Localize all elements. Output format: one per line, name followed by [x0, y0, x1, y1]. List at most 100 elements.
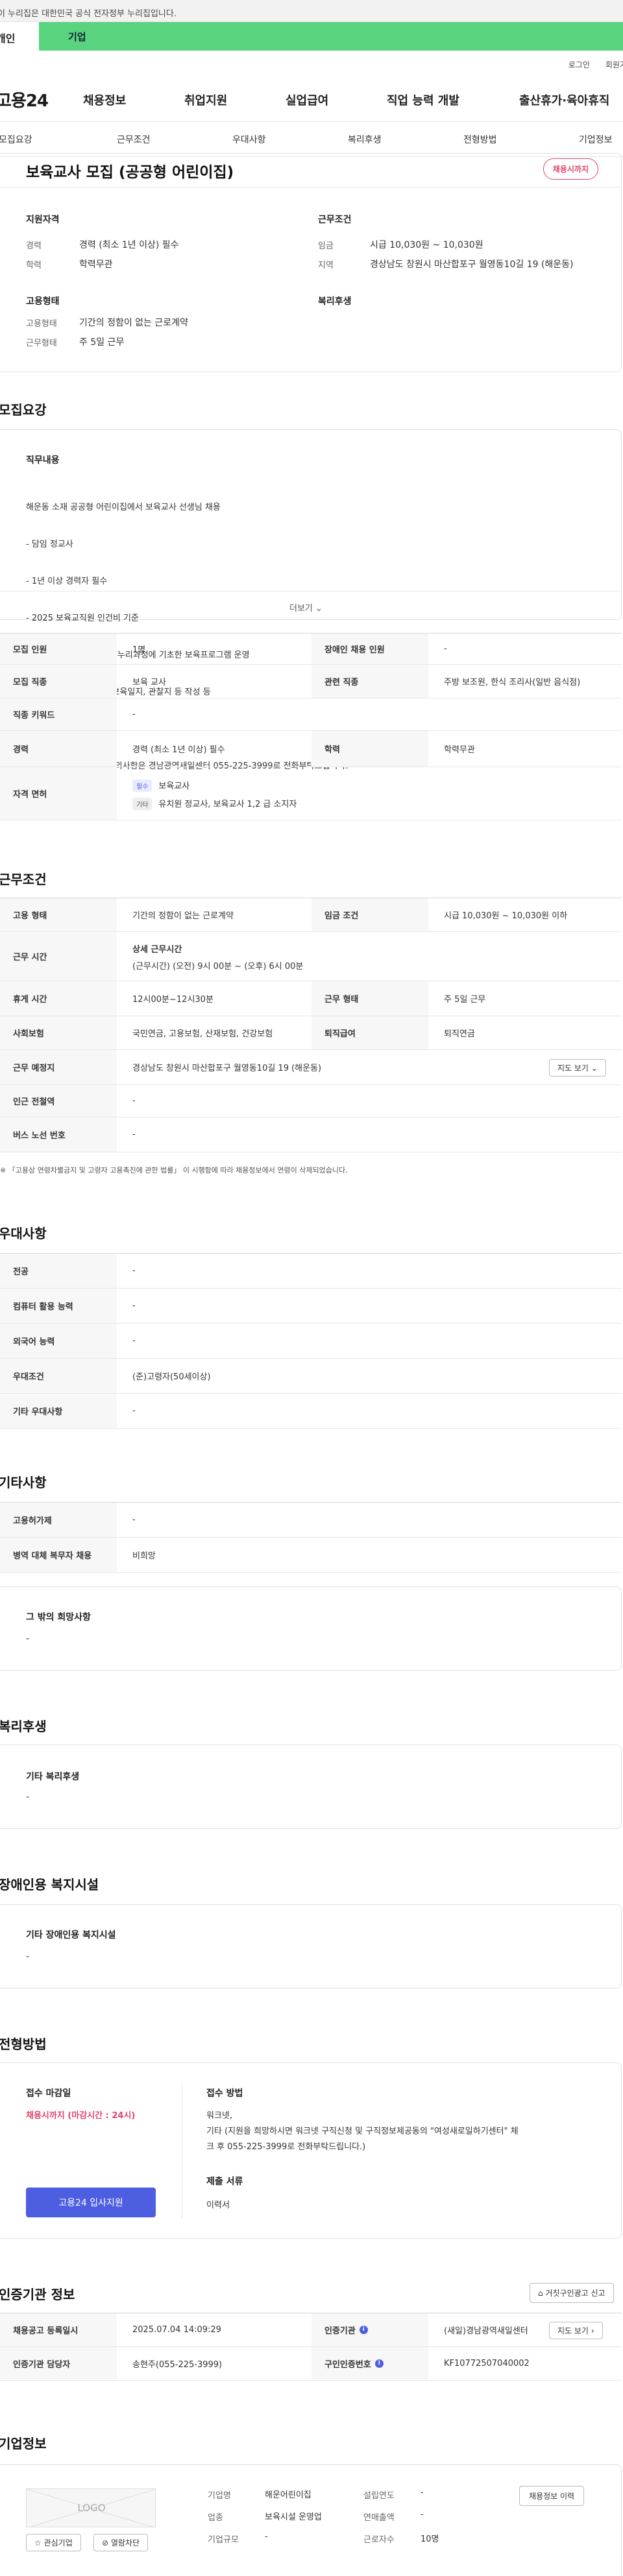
site-logo[interactable]: 고용24 — [0, 88, 49, 112]
exp-value: 경력 (최소 1년 이상) 필수 — [79, 240, 179, 250]
table-header: 기타 우대사항 — [0, 1394, 117, 1428]
info-icon[interactable]: i — [359, 2326, 368, 2334]
summary-card: 보육교사 모집 (공공형 어린이집) 채용시까지 지원자격 근무조건 경력 경력… — [0, 153, 623, 372]
table-row: 모집 직종 보육 교사 관련 직종 주방 보조원, 한식 조리사(일반 음식점) — [0, 665, 622, 698]
gnb-item-benefit[interactable]: 실업급여 — [286, 91, 328, 108]
table-header: 인증기관 담당자 — [0, 2347, 117, 2380]
size-label: 기업규모 — [208, 2535, 239, 2545]
favorite-button[interactable]: ☆ 관심기업 — [26, 2534, 81, 2551]
work-time-value: (근무시간) (오전) 9시 00분 ~ (오후) 6시 00분 — [132, 962, 304, 972]
block-button[interactable]: ⊘ 열람차단 — [93, 2534, 149, 2551]
table-row: 채용공고 등록일시 2025.07.04 14:09:29 인증기관 i (새일)… — [0, 2313, 622, 2347]
age-note: ※ 「고용상 연령차별금지 및 고령자 고용촉진에 관한 법률」 이 시행함에 … — [0, 1166, 348, 1175]
license-value: 보육교사 — [158, 781, 190, 791]
table-cell: 보육 교사 — [132, 678, 166, 687]
favorite-label: 관심기업 — [43, 2538, 73, 2547]
table-header: 인근 전철역 — [0, 1085, 117, 1117]
page: 이 누리집은 대한민국 공식 전자정부 누리집입니다. 개인 기업 로그인 회원… — [0, 0, 623, 2576]
table-row: 컴퓨터 활용 능력 - — [0, 1289, 622, 1324]
company-name-value: 해운어린이집 — [265, 2490, 312, 2500]
chevron-down-icon: ⌄ — [315, 604, 323, 614]
table-row: 직종 키워드 - — [0, 698, 622, 731]
table-cell: 경력 (최소 1년 이상) 필수 — [132, 745, 225, 755]
login-link[interactable]: 로그인 — [568, 59, 590, 70]
table-row: 우대조건 (준)고령자(50세이상) — [0, 1359, 622, 1394]
selection-box: 접수 마감일 채용시까지 (마감시간 : 24시) 고용24 입사지원 접수 방… — [0, 2062, 622, 2239]
tab-welfare[interactable]: 복리후생 — [348, 133, 382, 146]
map-label: 지도 보기 — [557, 2326, 589, 2335]
table-row: 전공 - — [0, 1254, 622, 1289]
gov-banner-text: 이 누리집은 대한민국 공식 전자정부 누리집입니다. — [0, 9, 177, 19]
tab-personal[interactable]: 개인 — [0, 22, 39, 51]
table-header: 임금 조건 — [312, 898, 428, 931]
table-cell: - — [132, 1406, 136, 1416]
company-logo: LOGO — [26, 2488, 156, 2527]
table-cell: - — [132, 1301, 136, 1311]
table-cell: KF10772507040002 — [444, 2359, 530, 2368]
tab-recruit[interactable]: 모집요강 — [0, 133, 32, 146]
table-row: 병역 대체 복무자 채용 비희망 — [0, 1538, 622, 1573]
cert-label: 구인인증번호 — [324, 2360, 371, 2370]
preference-heading: 우대사항 — [0, 1226, 47, 1241]
report-button[interactable]: ⌂ 거짓구인광고 신고 — [530, 2283, 614, 2303]
year-value: - — [421, 2488, 424, 2498]
section-tabs: 모집요강 근무조건 우대사항 복리후생 전형방법 기업정보 — [0, 122, 623, 157]
table-cell: 1명 — [132, 645, 146, 655]
size-value: - — [265, 2532, 268, 2542]
job-history-button[interactable]: 채용정보 이력 — [519, 2486, 585, 2506]
agency-map-button[interactable]: 지도 보기 › — [549, 2322, 603, 2339]
edu-label: 학력 — [26, 261, 42, 270]
table-header: 퇴직급여 — [312, 1016, 428, 1049]
docs-value: 이력서 — [206, 2200, 230, 2210]
table-row: 자격 면허 필수 보육교사 기타 유치원 정교사, 보육교사 1,2 급 소지자 — [0, 767, 622, 820]
wage-value: 시급 10,030원 ~ 10,030원 — [370, 240, 483, 250]
table-row: 고용 형태 기간의 정함이 없는 근로계약 임금 조건 시급 10,030원 ~… — [0, 898, 622, 932]
tab-corporate[interactable]: 기업 — [68, 30, 86, 43]
work-type-label: 근무형태 — [26, 339, 57, 348]
table-cell: 주방 보조원, 한식 조리사(일반 음식점) — [444, 678, 581, 687]
join-link[interactable]: 회원가 — [605, 59, 623, 70]
table-cell: - — [132, 1336, 136, 1346]
table-header: 인증기관 i — [312, 2313, 428, 2346]
table-cell: - — [444, 644, 447, 654]
welfare-section-heading: 복리후생 — [0, 1719, 47, 1734]
more-button[interactable]: 더보기 ⌄ — [289, 601, 323, 614]
info-icon[interactable]: i — [374, 2359, 384, 2368]
chevron-right-icon: › — [591, 2326, 594, 2335]
table-row: 인근 전철역 - — [0, 1085, 622, 1117]
table-cell: - — [132, 1130, 136, 1139]
table-cell: 송현주(055-225-3999) — [132, 2360, 223, 2370]
facility-etc-heading: 기타 장애인용 복지시설 — [26, 1930, 116, 1940]
employees-value: 10명 — [421, 2534, 439, 2544]
area-label: 지역 — [318, 261, 334, 270]
table-cell: 퇴직연금 — [444, 1029, 475, 1039]
table-header: 경력 — [0, 731, 117, 767]
employees-label: 근로자수 — [363, 2535, 395, 2545]
table-cell: (준)고령자(50세이상) — [132, 1372, 211, 1382]
emp-heading: 고용형태 — [26, 296, 60, 307]
table-row: 근무 시간 상세 근무시간 (근무시간) (오전) 9시 00분 ~ (오후) … — [0, 932, 622, 981]
year-label: 설립연도 — [363, 2491, 395, 2501]
conditions-heading: 근무조건 — [0, 872, 47, 887]
table-row: 모집 인원 1명 장애인 채용 인원 - — [0, 634, 622, 665]
gnb-item-training[interactable]: 직업 능력 개발 — [387, 91, 459, 108]
job-line: - 2025 보육교직원 인건비 기준 — [26, 614, 139, 623]
tab-selection[interactable]: 전형방법 — [463, 133, 497, 146]
deadline-value: 채용시까지 (마감시간 : 24시) — [26, 2111, 136, 2121]
gov-banner: 이 누리집은 대한민국 공식 전자정부 누리집입니다. — [0, 0, 623, 22]
license-line: 기타 유치원 정교사, 보육교사 1,2 급 소지자 — [132, 797, 297, 810]
sales-label: 연매출액 — [363, 2513, 395, 2523]
gnb-item-jobs[interactable]: 채용정보 — [83, 91, 126, 108]
sales-value: - — [421, 2510, 424, 2520]
top-tab-bar: 개인 기업 — [0, 22, 623, 51]
gnb-item-leave[interactable]: 출산휴가·육아휴직 — [519, 91, 609, 108]
tab-preference[interactable]: 우대사항 — [232, 133, 266, 146]
apply-button[interactable]: 고용24 입사지원 — [26, 2188, 156, 2217]
tab-company[interactable]: 기업정보 — [579, 133, 613, 146]
gnb-item-support[interactable]: 취업지원 — [184, 91, 227, 108]
map-button[interactable]: 지도 보기 ⌄ — [549, 1059, 606, 1077]
table-row: 기타 우대사항 - — [0, 1394, 622, 1429]
tab-conditions[interactable]: 근무조건 — [117, 133, 151, 146]
table-cell: 주 5일 근무 — [444, 995, 486, 1005]
selection-heading: 전형방법 — [0, 2036, 47, 2052]
